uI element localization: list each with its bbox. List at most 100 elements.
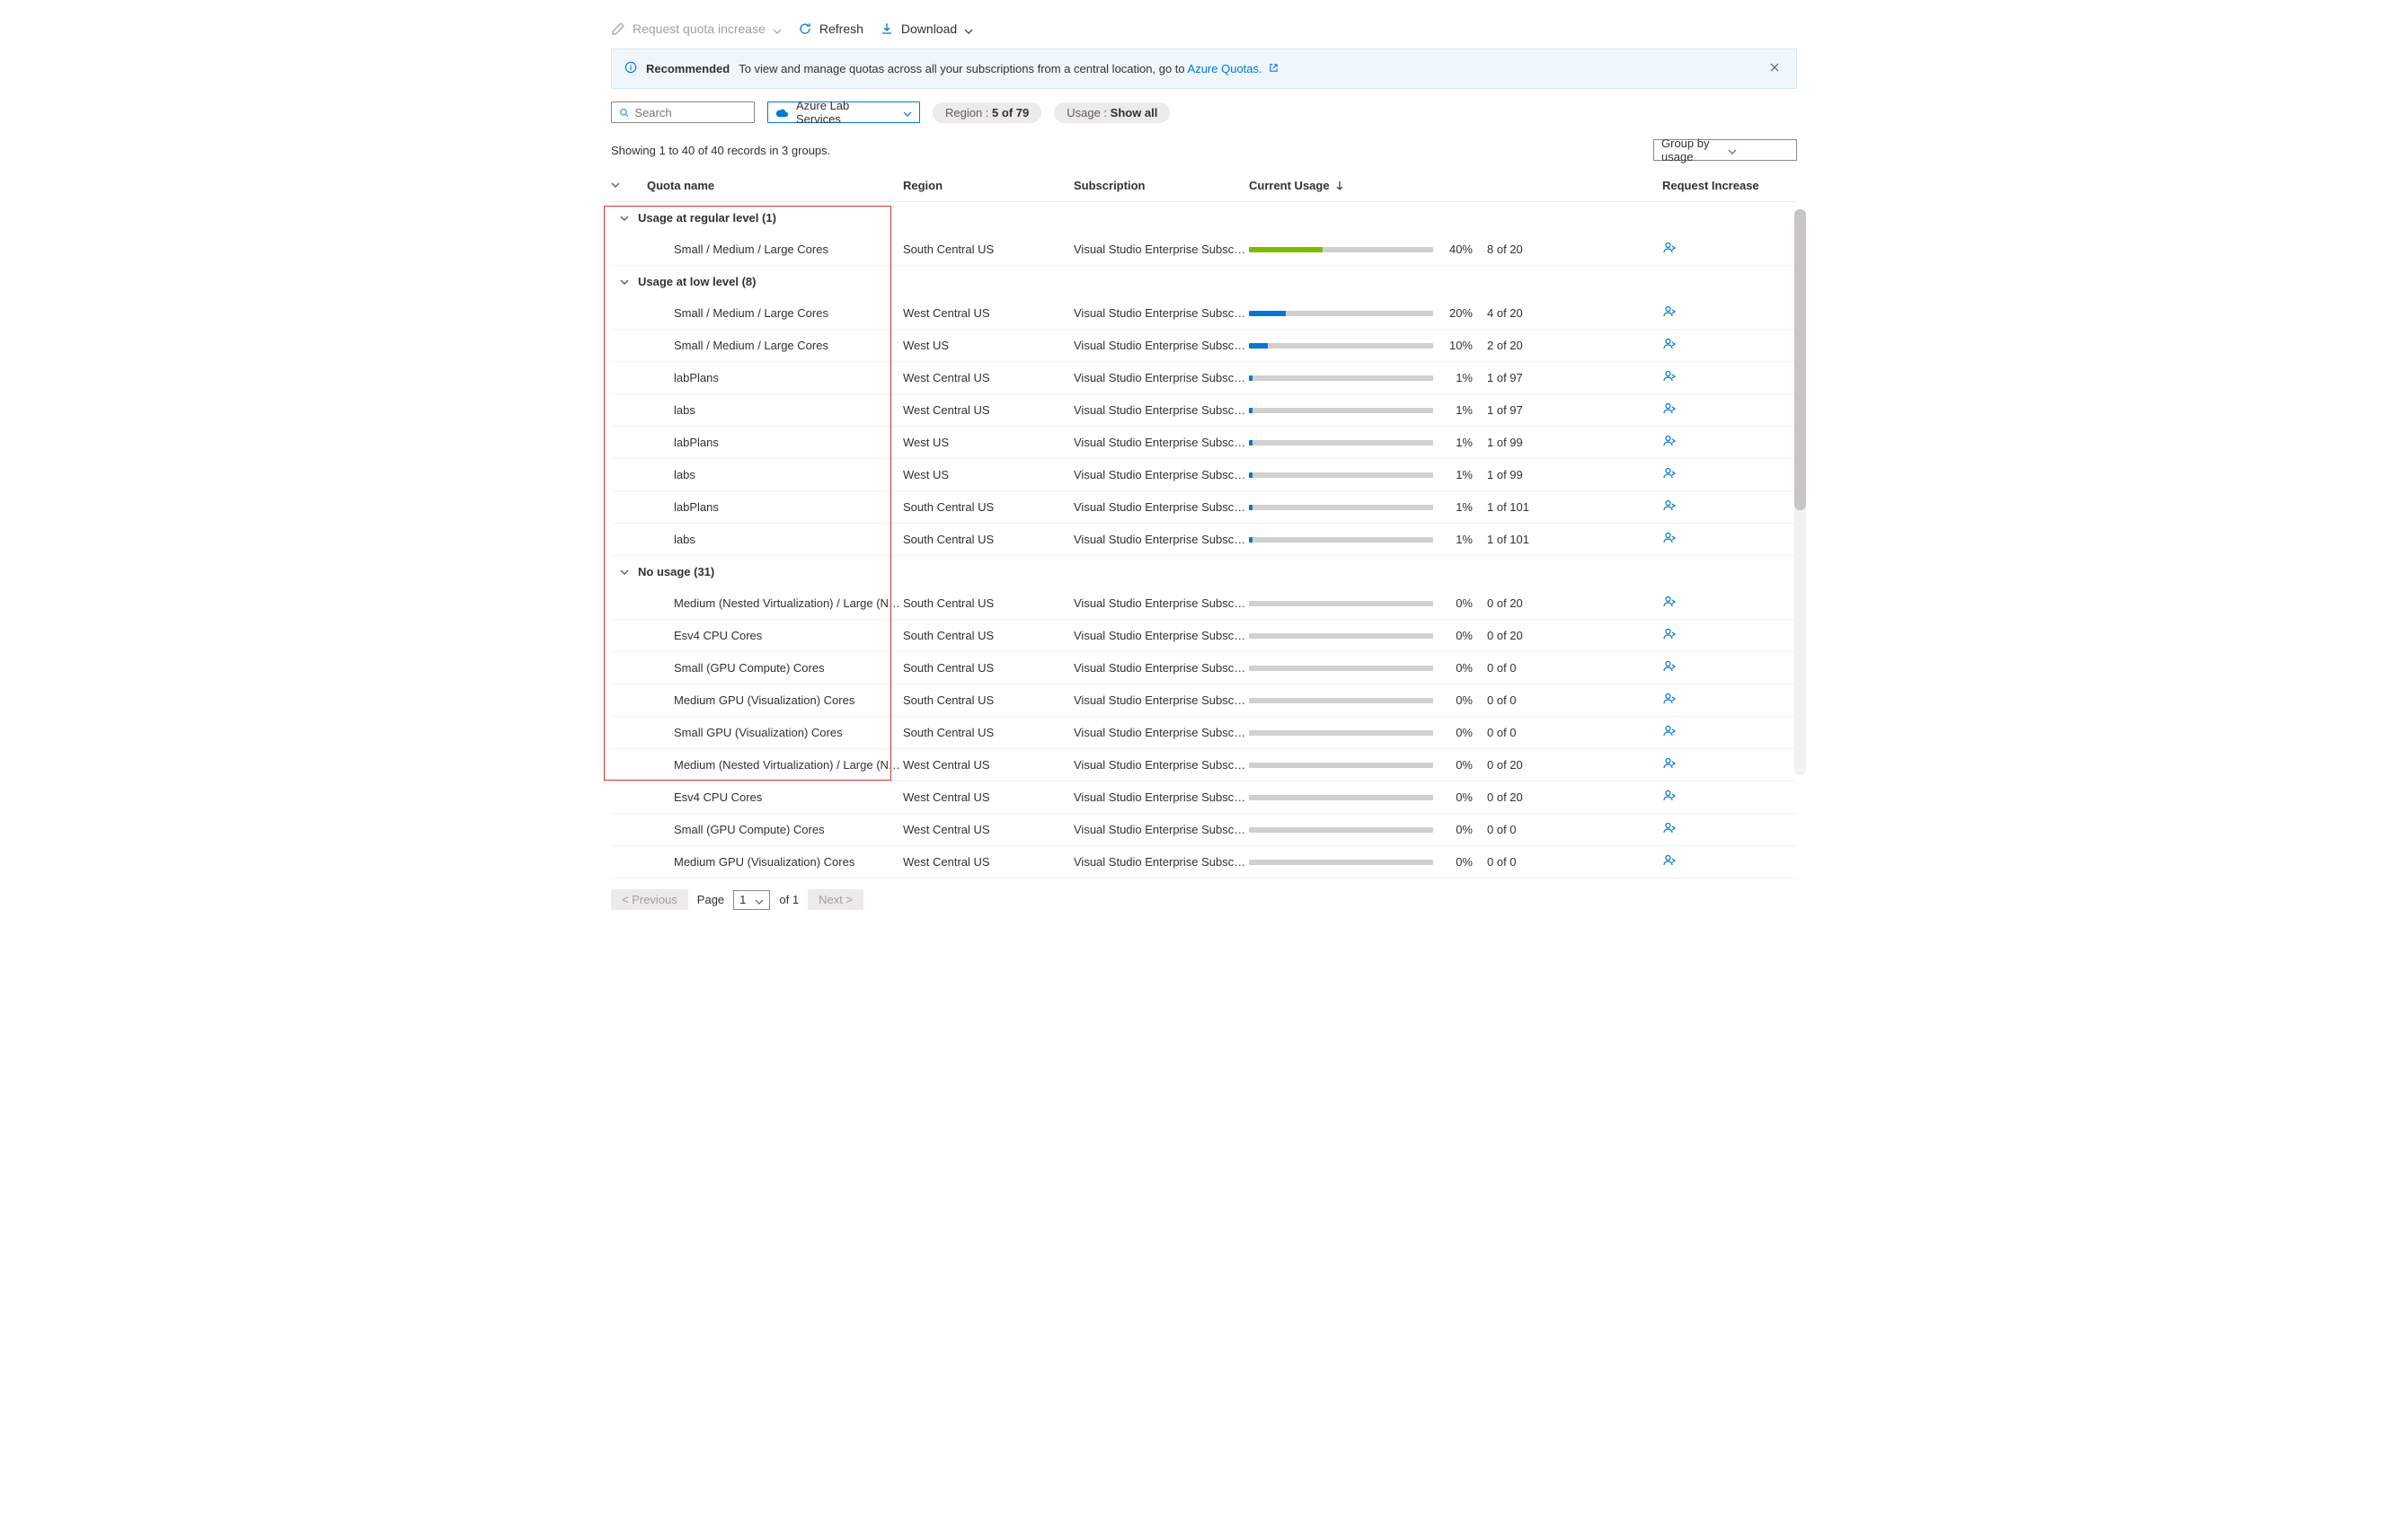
table-row[interactable]: labs West Central US Visual Studio Enter… [611,394,1797,427]
usage-filter[interactable]: Usage : Show all [1054,102,1170,123]
quota-name-cell: labs [638,468,903,481]
table-row[interactable]: Esv4 CPU Cores West Central US Visual St… [611,781,1797,814]
progress-bar [1249,375,1433,381]
usage-cell: 20% [1249,306,1487,320]
prev-page-button[interactable]: < Previous [611,889,688,910]
group-header[interactable]: No usage (31) [611,556,1797,587]
request-increase-button[interactable] [1662,631,1677,644]
usage-percent: 0% [1444,726,1473,739]
region-filter[interactable]: Region : 5 of 79 [933,102,1041,123]
progress-bar [1249,247,1433,252]
pagination-bar: < Previous Page 1 of 1 Next > [611,889,1797,910]
table-row[interactable]: Medium (Nested Virtualization) / Large (… [611,749,1797,781]
usage-percent: 40% [1444,243,1473,256]
region-cell: West US [903,339,1074,352]
next-page-button[interactable]: Next > [808,889,863,910]
chevron-down-icon [755,896,764,905]
region-cell: West Central US [903,371,1074,384]
progress-bar [1249,601,1433,606]
region-cell: South Central US [903,243,1074,256]
table-row[interactable]: labs West US Visual Studio Enterprise Su… [611,459,1797,491]
request-increase-button[interactable] [1662,857,1677,870]
download-button[interactable]: Download [880,22,973,36]
request-increase-button[interactable] [1662,695,1677,709]
group-by-select[interactable]: Group by usage [1653,139,1797,161]
table-row[interactable]: Small / Medium / Large Cores South Centr… [611,234,1797,266]
info-icon [624,61,637,76]
group-header[interactable]: Usage at regular level (1) [611,202,1797,234]
usage-cell: 0% [1249,790,1487,804]
progress-bar [1249,472,1433,478]
request-increase-button[interactable] [1662,502,1677,516]
usage-percent: 0% [1444,629,1473,642]
header-subscription[interactable]: Subscription [1074,179,1249,192]
table-row[interactable]: Small / Medium / Large Cores West Centra… [611,297,1797,330]
progress-bar [1249,633,1433,639]
table-row[interactable]: Medium GPU (Visualization) Cores South C… [611,684,1797,717]
region-filter-key: Region : [945,106,992,119]
table-row[interactable]: Medium GPU (Visualization) Cores West Ce… [611,846,1797,878]
request-increase-button[interactable] [1662,825,1677,838]
quota-name-cell: labPlans [638,436,903,449]
chevron-down-icon [964,24,973,33]
azure-quotas-link[interactable]: Azure Quotas. [1188,62,1262,75]
table-row[interactable]: labs South Central US Visual Studio Ente… [611,524,1797,556]
usage-percent: 0% [1444,596,1473,610]
table-row[interactable]: labPlans West US Visual Studio Enterpris… [611,427,1797,459]
banner-close-button[interactable] [1766,58,1784,79]
subscription-cell: Visual Studio Enterprise Subscri… [1074,243,1249,256]
scrollbar-thumb[interactable] [1794,209,1806,510]
request-increase-button[interactable] [1662,405,1677,419]
request-increase-button[interactable] [1662,663,1677,676]
request-increase-button[interactable] [1662,373,1677,386]
header-current-usage[interactable]: Current Usage [1249,179,1487,192]
search-field[interactable] [634,106,747,119]
request-increase-button[interactable] [1662,598,1677,612]
recommendation-banner: Recommended To view and manage quotas ac… [611,49,1797,89]
request-increase-button[interactable] [1662,534,1677,548]
subscription-cell: Visual Studio Enterprise Subscri… [1074,823,1249,836]
header-region[interactable]: Region [903,179,1074,192]
usage-count-cell: 1 of 99 [1487,468,1662,481]
usage-percent: 0% [1444,790,1473,804]
usage-percent: 1% [1444,371,1473,384]
subscription-cell: Visual Studio Enterprise Subscri… [1074,758,1249,772]
provider-select[interactable]: Azure Lab Services [767,102,920,123]
chevron-down-icon [1728,146,1789,154]
request-increase-button[interactable] [1662,308,1677,322]
table-row[interactable]: Small (GPU Compute) Cores West Central U… [611,814,1797,846]
usage-cell: 0% [1249,693,1487,707]
table-row[interactable]: Medium (Nested Virtualization) / Large (… [611,587,1797,620]
table-row[interactable]: labPlans West Central US Visual Studio E… [611,362,1797,394]
request-quota-increase-button[interactable]: Request quota increase [611,22,782,36]
request-increase-button[interactable] [1662,792,1677,806]
region-cell: South Central US [903,693,1074,707]
quota-name-cell: Medium (Nested Virtualization) / Large (… [638,758,903,772]
table-row[interactable]: Small / Medium / Large Cores West US Vis… [611,330,1797,362]
page-select[interactable]: 1 [733,890,770,910]
quota-name-cell: Small (GPU Compute) Cores [638,661,903,675]
request-increase-button[interactable] [1662,244,1677,258]
table-row[interactable]: Esv4 CPU Cores South Central US Visual S… [611,620,1797,652]
table-row[interactable]: Small (GPU Compute) Cores South Central … [611,652,1797,684]
table-row[interactable]: labPlans South Central US Visual Studio … [611,491,1797,524]
command-bar: Request quota increase Refresh Download [611,14,1797,49]
table-row[interactable]: Small GPU (Visualization) Cores South Ce… [611,717,1797,749]
region-cell: South Central US [903,661,1074,675]
progress-bar [1249,537,1433,543]
header-request-increase[interactable]: Request Increase [1662,179,1788,192]
request-increase-button[interactable] [1662,340,1677,354]
refresh-button[interactable]: Refresh [798,22,863,36]
search-input[interactable] [611,102,755,123]
request-increase-button[interactable] [1662,470,1677,483]
request-increase-button[interactable] [1662,728,1677,741]
subscription-cell: Visual Studio Enterprise Subscri… [1074,306,1249,320]
usage-percent: 20% [1444,306,1473,320]
group-header[interactable]: Usage at low level (8) [611,266,1797,297]
expand-all-toggle[interactable] [611,179,638,192]
request-increase-button[interactable] [1662,437,1677,451]
request-increase-button[interactable] [1662,760,1677,773]
usage-count-cell: 0 of 20 [1487,790,1662,804]
vertical-scrollbar[interactable] [1794,209,1806,775]
header-quota-name[interactable]: Quota name [638,179,903,192]
